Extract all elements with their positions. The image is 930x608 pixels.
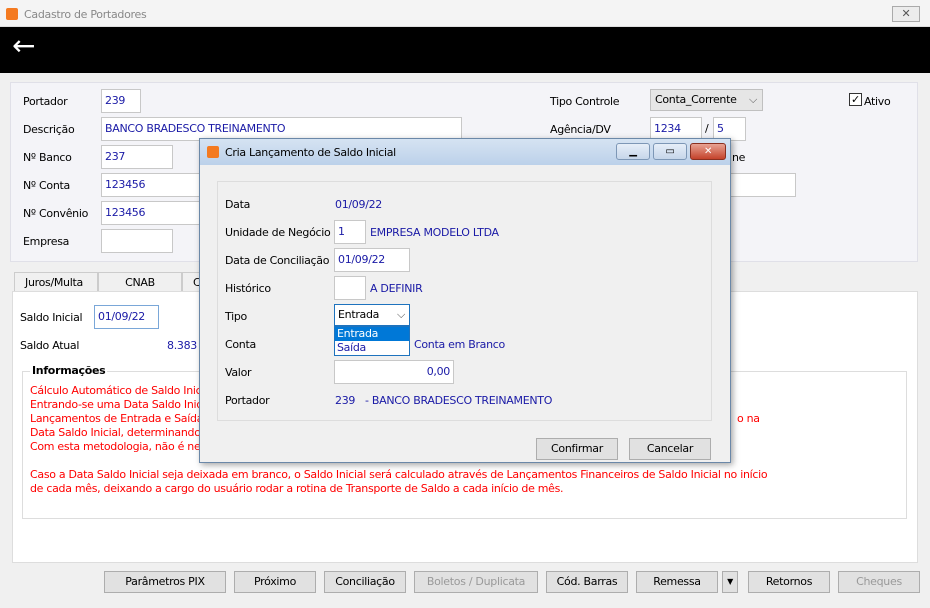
saldo-inicial-label: Saldo Inicial bbox=[20, 311, 83, 324]
nconta-input[interactable]: 123456 bbox=[101, 173, 211, 197]
tipo-controle-value: Conta_Corrente bbox=[655, 93, 737, 106]
cod-barras-button[interactable]: Cód. Barras bbox=[546, 571, 628, 593]
nconvenio-input[interactable]: 123456 bbox=[101, 201, 211, 225]
option-saida[interactable]: Saída bbox=[335, 341, 409, 354]
nconvenio-label: Nº Convênio bbox=[23, 207, 89, 220]
option-entrada[interactable]: Entrada bbox=[335, 327, 409, 341]
saldo-inicial-dialog: Cria Lançamento de Saldo Inicial ▁ ▭ ✕ D… bbox=[199, 138, 731, 463]
valor-input[interactable]: 0,00 bbox=[334, 360, 454, 384]
conciliacao-input[interactable]: 01/09/22 bbox=[334, 248, 410, 272]
remessa-dropdown-button[interactable]: ▼ bbox=[722, 571, 738, 593]
conta-name: Conta em Branco bbox=[414, 338, 505, 351]
empresa-input[interactable] bbox=[101, 229, 173, 253]
ativo-checkbox[interactable]: ✓ bbox=[849, 93, 862, 106]
tipo-controle-select[interactable]: Conta_Corrente ⌵ bbox=[650, 89, 763, 111]
agencia-label: Agência/DV bbox=[550, 123, 611, 136]
boletos-duplicata-button[interactable]: Boletos / Duplicata bbox=[414, 571, 538, 593]
nbanco-label: Nº Banco bbox=[23, 151, 72, 164]
unidade-input[interactable]: 1 bbox=[334, 220, 366, 244]
proximo-button[interactable]: Próximo bbox=[234, 571, 316, 593]
partial-label: ne bbox=[732, 151, 746, 164]
title-bar: Cadastro de Portadores ✕ bbox=[0, 0, 930, 27]
historico-input[interactable] bbox=[334, 276, 366, 300]
cancelar-button[interactable]: Cancelar bbox=[629, 438, 711, 460]
tipo-label: Tipo bbox=[225, 310, 247, 323]
info-title: Informações bbox=[30, 364, 108, 377]
saldo-inicial-input[interactable]: 01/09/22 bbox=[94, 305, 159, 329]
tipo-dropdown: Entrada Saída bbox=[334, 326, 410, 356]
dialog-group bbox=[217, 181, 712, 421]
app-icon bbox=[6, 8, 18, 20]
dialog-title-bar: Cria Lançamento de Saldo Inicial ▁ ▭ ✕ bbox=[200, 139, 730, 165]
historico-label: Histórico bbox=[225, 282, 271, 295]
unidade-name: EMPRESA MODELO LTDA bbox=[370, 226, 499, 239]
ativo-label: Ativo bbox=[864, 95, 891, 108]
portador-label: Portador bbox=[225, 394, 270, 407]
tab-cnab[interactable]: CNAB bbox=[98, 272, 182, 292]
remessa-button[interactable]: Remessa bbox=[636, 571, 718, 593]
info-line: Caso a Data Saldo Inicial seja deixada e… bbox=[30, 468, 768, 481]
unidade-label: Unidade de Negócio bbox=[225, 226, 331, 239]
tipo-select[interactable]: Entrada ⌵ bbox=[334, 304, 410, 326]
parametros-pix-button[interactable]: Parâmetros PIX bbox=[104, 571, 226, 593]
maximize-button[interactable]: ▭ bbox=[653, 143, 687, 160]
portador-label: Portador bbox=[23, 95, 68, 108]
descricao-label: Descrição bbox=[23, 123, 75, 136]
nbanco-input[interactable]: 237 bbox=[101, 145, 173, 169]
conta-label: Conta bbox=[225, 338, 256, 351]
data-label: Data bbox=[225, 198, 251, 211]
cheques-button[interactable]: Cheques bbox=[838, 571, 920, 593]
saldo-atual-value: 8.383 bbox=[167, 339, 197, 352]
close-button[interactable]: ✕ bbox=[892, 6, 920, 22]
saldo-atual-label: Saldo Atual bbox=[20, 339, 80, 352]
partial-input[interactable] bbox=[725, 173, 796, 197]
minimize-button[interactable]: ▁ bbox=[616, 143, 650, 160]
tipo-controle-label: Tipo Controle bbox=[550, 95, 620, 108]
portador-input[interactable]: 239 bbox=[101, 89, 141, 113]
tab-juros-multa[interactable]: Juros/Multa bbox=[14, 272, 98, 292]
data-value: 01/09/22 bbox=[335, 198, 383, 211]
conciliacao-label: Data de Conciliação bbox=[225, 254, 330, 267]
tipo-value: Entrada bbox=[338, 308, 380, 321]
dialog-close-button[interactable]: ✕ bbox=[690, 143, 726, 160]
info-line-end: o na bbox=[737, 412, 760, 425]
valor-label: Valor bbox=[225, 366, 252, 379]
dialog-app-icon bbox=[207, 146, 219, 158]
portador-value: 239 bbox=[335, 394, 356, 407]
dialog-title: Cria Lançamento de Saldo Inicial bbox=[225, 146, 396, 159]
info-line: de cada mês, deixando a cargo do usuário… bbox=[30, 482, 564, 495]
separator: / bbox=[705, 122, 709, 135]
window-title: Cadastro de Portadores bbox=[24, 8, 147, 21]
retornos-button[interactable]: Retornos bbox=[748, 571, 830, 593]
confirmar-button[interactable]: Confirmar bbox=[536, 438, 618, 460]
nconta-label: Nº Conta bbox=[23, 179, 70, 192]
historico-name: A DEFINIR bbox=[370, 282, 423, 295]
conciliacao-button[interactable]: Conciliação bbox=[324, 571, 406, 593]
empresa-label: Empresa bbox=[23, 235, 70, 248]
portador-name: - BANCO BRADESCO TREINAMENTO bbox=[365, 394, 553, 407]
toolbar: ← bbox=[0, 27, 930, 73]
back-arrow-icon[interactable]: ← bbox=[12, 29, 35, 62]
